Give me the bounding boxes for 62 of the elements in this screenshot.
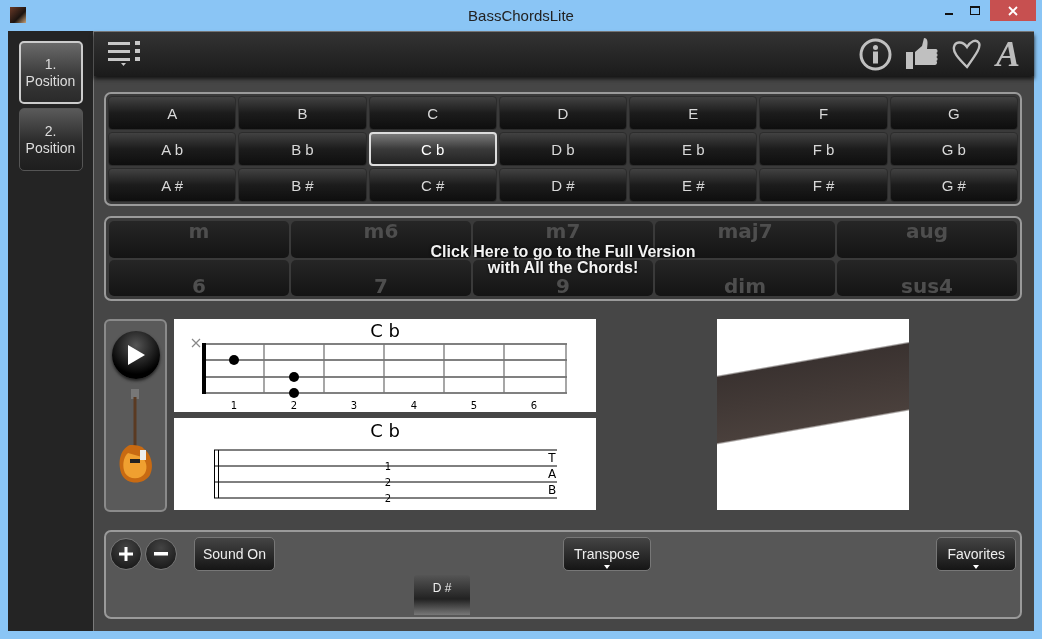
close-button[interactable]: [990, 0, 1036, 21]
close-icon: [1008, 5, 1018, 16]
key-button[interactable]: D b: [498, 132, 628, 166]
maximize-icon: [970, 6, 980, 15]
key-button[interactable]: E #: [629, 168, 758, 202]
key-button[interactable]: C b: [368, 132, 497, 166]
fret-number: 5: [470, 400, 478, 411]
minus-icon: [154, 552, 168, 556]
font-button[interactable]: A: [996, 37, 1020, 71]
key-button[interactable]: A b: [108, 132, 237, 166]
zoom-in-button[interactable]: [110, 538, 142, 570]
info-icon[interactable]: [859, 37, 892, 71]
heart-icon[interactable]: [952, 39, 982, 69]
caret-icon: [973, 565, 980, 569]
key-button[interactable]: D #: [498, 168, 628, 202]
key-button[interactable]: E b: [629, 132, 758, 166]
tab-note: 2: [384, 493, 392, 504]
key-button[interactable]: A: [108, 96, 237, 130]
position-tab[interactable]: 1. Position: [18, 41, 83, 104]
key-button[interactable]: B #: [238, 168, 367, 202]
fret-number: 6: [530, 400, 538, 411]
window-title: BassChordsLite: [468, 7, 574, 24]
sound-toggle-button[interactable]: Sound On: [194, 537, 276, 571]
key-button[interactable]: D: [498, 96, 628, 130]
minimize-icon: [945, 12, 953, 15]
key-button[interactable]: C: [368, 96, 497, 130]
plus-icon: [118, 546, 134, 562]
app-icon: [10, 7, 26, 23]
menu-icon: [108, 40, 140, 68]
key-button[interactable]: G b: [889, 132, 1018, 166]
key-button[interactable]: F: [759, 96, 888, 130]
tab-note: 1: [384, 461, 392, 472]
key-button[interactable]: B b: [238, 132, 367, 166]
key-button[interactable]: A #: [108, 168, 237, 202]
chord-name: C b: [370, 420, 400, 441]
tab-note: 2: [384, 477, 392, 488]
key-button[interactable]: G #: [889, 168, 1018, 202]
key-button[interactable]: B: [238, 96, 367, 130]
dropdown-button[interactable]: Transpose: [563, 537, 651, 571]
key-button[interactable]: E: [629, 96, 758, 130]
key-button[interactable]: G: [889, 96, 1018, 130]
dropdown-button[interactable]: Favorites: [936, 537, 1016, 571]
play-button[interactable]: [111, 331, 160, 379]
fret-number: 3: [350, 400, 358, 411]
upgrade-message[interactable]: Click Here to go to the Full Version with All the Chords!: [413, 244, 713, 276]
fret-number: 1: [230, 400, 238, 411]
play-icon: [125, 344, 146, 366]
key-tab[interactable]: D #: [414, 575, 470, 615]
key-button[interactable]: F #: [759, 168, 888, 202]
key-button[interactable]: F b: [759, 132, 888, 166]
fret-number: 2: [290, 400, 298, 411]
caret-icon: [603, 565, 610, 569]
tab-letter: B: [547, 483, 557, 497]
tab-letter: T: [548, 451, 556, 465]
position-tab[interactable]: 2. Position: [18, 108, 83, 171]
zoom-out-button[interactable]: [145, 538, 177, 570]
fret-number: 4: [410, 400, 418, 411]
thumbs-up-icon[interactable]: [906, 38, 938, 70]
key-button[interactable]: C #: [368, 168, 497, 202]
menu-button[interactable]: [108, 40, 140, 68]
chord-name: C b: [370, 320, 400, 341]
tab-letter: A: [547, 467, 557, 481]
